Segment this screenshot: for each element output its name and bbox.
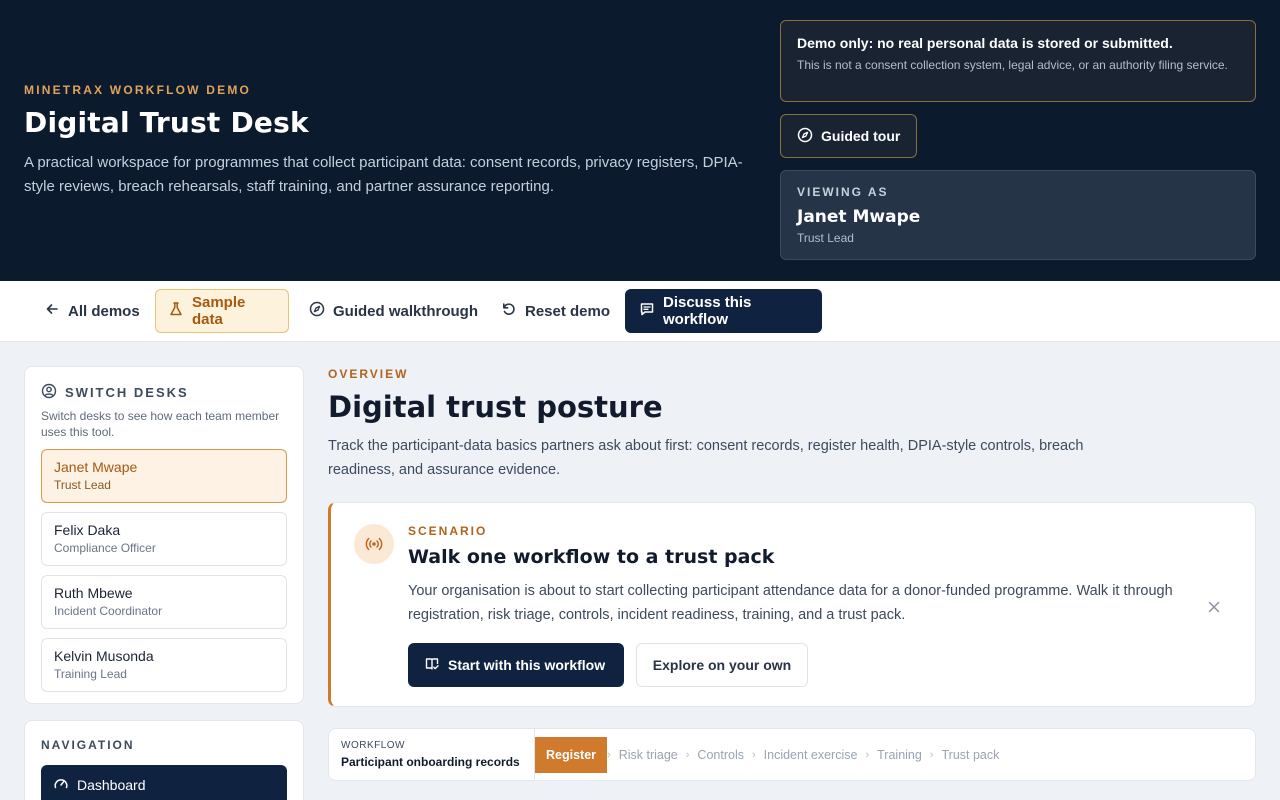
demo-notice-body: This is not a consent collection system,… [797, 58, 1228, 72]
desk-person-name: Ruth Mbewe [54, 585, 133, 601]
desk-person-role: Compliance Officer [54, 541, 156, 555]
desk-person-role: Training Lead [54, 667, 127, 681]
workflow-step-trust-pack[interactable]: Trust pack [934, 748, 1008, 762]
workflow-step-register[interactable]: Register [535, 737, 608, 773]
switch-desks-title: SWITCH DESKS [65, 385, 189, 400]
all-demos-label: All demos [68, 302, 140, 320]
user-circle-icon [41, 383, 57, 402]
start-workflow-button[interactable]: Start with this workflow [408, 643, 624, 687]
close-icon[interactable] [1204, 597, 1224, 617]
desk-person-role: Incident Coordinator [54, 604, 163, 618]
reset-demo-label: Reset demo [525, 302, 611, 320]
viewing-as-role: Trust Lead [797, 231, 854, 245]
desk-person-name: Janet Mwape [54, 459, 138, 475]
gauge-icon [53, 776, 69, 795]
workflow-progress-bar: WORKFLOW Participant onboarding records … [328, 728, 1256, 781]
overview-eyebrow: OVERVIEW [328, 367, 409, 381]
header-eyebrow: MINETRAX WORKFLOW DEMO [24, 83, 252, 97]
navigation-panel: NAVIGATION Dashboard [24, 720, 304, 800]
switch-desks-description: Switch desks to see how each team member… [41, 409, 280, 439]
switch-desks-panel: SWITCH DESKS Switch desks to see how eac… [24, 366, 304, 704]
desk-person-role: Trust Lead [54, 478, 111, 492]
guided-tour-label: Guided tour [821, 128, 901, 144]
workflow-name: Participant onboarding records [341, 755, 520, 769]
guided-walkthrough-button[interactable]: Guided walkthrough [297, 289, 490, 333]
guided-walkthrough-label: Guided walkthrough [333, 302, 478, 320]
workflow-step-controls[interactable]: Controls [689, 748, 752, 762]
discuss-workflow-label: Discuss this workflow [663, 294, 752, 328]
viewing-as-panel: VIEWING AS Janet Mwape Trust Lead [780, 170, 1256, 260]
scenario-eyebrow: SCENARIO [408, 524, 488, 538]
discuss-workflow-button[interactable]: Discuss this workflow [625, 289, 822, 333]
compass-icon [797, 127, 813, 146]
demo-notice-title: Demo only: no real personal data is stor… [797, 35, 1173, 51]
demo-notice: Demo only: no real personal data is stor… [780, 20, 1256, 102]
workflow-step-risk-triage[interactable]: Risk triage [611, 748, 686, 762]
workflow-step-training[interactable]: Training [869, 748, 930, 762]
book-check-icon [424, 656, 440, 675]
broadcast-icon [354, 524, 394, 564]
page-title: Digital Trust Desk [24, 106, 309, 139]
sample-data-button[interactable]: Sample data [155, 289, 289, 333]
desk-person-name: Kelvin Musonda [54, 648, 154, 664]
desk-option-kelvin-musonda[interactable]: Kelvin Musonda Training Lead [41, 638, 287, 692]
flask-icon [168, 301, 184, 321]
compass-icon [309, 301, 325, 321]
workflow-step-incident-exercise[interactable]: Incident exercise [756, 748, 866, 762]
nav-item-dashboard[interactable]: Dashboard [41, 765, 287, 800]
arrow-left-icon [44, 301, 60, 321]
reset-demo-button[interactable]: Reset demo [489, 289, 622, 333]
overview-title: Digital trust posture [328, 390, 663, 424]
start-workflow-label: Start with this workflow [448, 657, 606, 673]
viewing-as-name: Janet Mwape [797, 207, 921, 227]
nav-item-label: Dashboard [77, 777, 146, 793]
guided-tour-button[interactable]: Guided tour [780, 114, 917, 158]
demo-toolbar: All demos Sample data Guided walkthrough… [0, 281, 1280, 342]
viewing-as-label: VIEWING AS [797, 185, 889, 199]
desk-option-ruth-mbewe[interactable]: Ruth Mbewe Incident Coordinator [41, 575, 287, 629]
scenario-title: Walk one workflow to a trust pack [408, 546, 775, 568]
all-demos-button[interactable]: All demos [32, 289, 152, 333]
sample-data-label: Sample data [192, 294, 246, 328]
scenario-body: Your organisation is about to start coll… [408, 583, 1173, 623]
desk-option-felix-daka[interactable]: Felix Daka Compliance Officer [41, 512, 287, 566]
navigation-heading: NAVIGATION [41, 738, 135, 752]
desk-option-janet-mwape[interactable]: Janet Mwape Trust Lead [41, 449, 287, 503]
desk-person-name: Felix Daka [54, 522, 121, 538]
explore-on-own-button[interactable]: Explore on your own [636, 643, 808, 687]
reset-icon [501, 301, 517, 321]
workflow-label: WORKFLOW [341, 740, 405, 751]
overview-description: Track the participant-data basics partne… [328, 438, 1084, 478]
chat-icon [639, 301, 655, 321]
scenario-card: SCENARIO Walk one workflow to a trust pa… [328, 502, 1256, 707]
page-header: MINETRAX WORKFLOW DEMO Digital Trust Des… [0, 0, 1280, 281]
workflow-steps: Register › Risk triage › Controls › Inci… [535, 737, 1007, 773]
switch-desks-heading: SWITCH DESKS [41, 383, 287, 402]
page-description: A practical workspace for programmes tha… [24, 154, 743, 195]
